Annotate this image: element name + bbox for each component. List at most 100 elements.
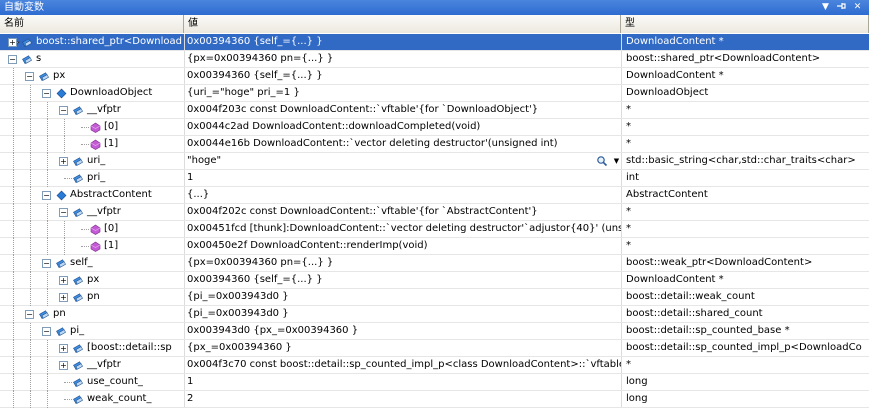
variable-value[interactable]: {pi_=0x003943d0 } — [184, 289, 621, 305]
variable-row[interactable]: weak_count_ 2 long — [0, 391, 869, 408]
column-header-name[interactable]: 名前 — [0, 15, 184, 33]
collapse-icon[interactable]: − — [42, 89, 51, 98]
variable-value[interactable]: 0x004f203c const DownloadContent::`vftab… — [184, 102, 621, 118]
variable-value[interactable]: 2 — [184, 391, 621, 407]
variable-type: std::basic_string<char,std::char_traits<… — [621, 153, 869, 169]
column-header-type[interactable]: 型 — [621, 15, 869, 33]
expand-icon[interactable]: + — [59, 361, 68, 370]
variable-row[interactable]: − px 0x00394360 {self_={...} } DownloadCont… — [0, 68, 869, 85]
variable-type: * — [621, 119, 869, 135]
variable-type: int — [621, 170, 869, 186]
tree-line — [13, 255, 14, 272]
variable-row[interactable]: − __vfptr 0x004f202c const DownloadContent… — [0, 204, 869, 221]
variable-row[interactable]: − self_ {px=0x00394360 pn={...} } boost::we… — [0, 255, 869, 272]
visualizer-dropdown-icon[interactable]: ▼ — [612, 155, 621, 167]
collapse-icon[interactable]: − — [42, 191, 51, 200]
tree-line — [13, 221, 14, 238]
tree-line — [47, 170, 48, 187]
variable-value[interactable]: {px=0x00394360 pn={...} } — [184, 255, 621, 271]
variable-row[interactable]: [0] 0x0044c2ad DownloadContent::downloadC… — [0, 119, 869, 136]
tree-line — [13, 102, 14, 119]
tree-line — [13, 85, 14, 102]
expand-icon[interactable]: + — [8, 38, 17, 47]
variable-row[interactable]: pri_ 1 int — [0, 170, 869, 187]
variable-value[interactable]: {...} — [184, 187, 621, 203]
tree-line — [30, 187, 31, 204]
variable-row[interactable]: [1] 0x00450e2f DownloadContent::renderImp… — [0, 238, 869, 255]
expand-icon[interactable]: + — [59, 293, 68, 302]
variable-row[interactable]: − __vfptr 0x004f203c const DownloadContent… — [0, 102, 869, 119]
variable-type: boost::detail::weak_count — [621, 289, 869, 305]
variable-row[interactable]: + px 0x00394360 {self_={...} } DownloadCont… — [0, 272, 869, 289]
expand-icon[interactable]: + — [59, 157, 68, 166]
collapse-icon[interactable]: − — [8, 55, 17, 64]
variable-value[interactable]: 0x003943d0 {px_=0x00394360 } — [184, 323, 621, 339]
variable-value[interactable]: 1 — [184, 170, 621, 186]
method-icon — [90, 122, 101, 133]
variable-value[interactable]: 0x004f3c70 const boost::detail::sp_count… — [184, 357, 621, 373]
variable-row[interactable]: + uri_ "hoge" ▼ std::basic_string<char,std::… — [0, 153, 869, 170]
column-header-value[interactable]: 値 — [184, 15, 621, 33]
tree-line — [47, 357, 48, 374]
tree-line — [30, 119, 31, 136]
variable-row[interactable]: − pi_ 0x003943d0 {px_=0x00394360 } boost::d… — [0, 323, 869, 340]
variable-value[interactable]: 0x00450e2f DownloadContent::renderImp(vo… — [184, 238, 621, 254]
pin-icon[interactable] — [835, 1, 848, 14]
collapse-icon[interactable]: − — [59, 106, 68, 115]
collapse-icon[interactable]: − — [42, 327, 51, 336]
collapse-icon[interactable]: − — [25, 72, 34, 81]
close-icon[interactable]: ✕ — [851, 1, 864, 14]
variable-value[interactable]: 0x00394360 {self_={...} } — [184, 34, 621, 50]
field-icon — [73, 361, 83, 371]
variable-row[interactable]: − AbstractContent {...} AbstractContent — [0, 187, 869, 204]
variable-row[interactable]: − s {px=0x00394360 pn={...} } boost::shared… — [0, 51, 869, 68]
window-dropdown-icon[interactable]: ▼ — [819, 1, 832, 14]
variable-row[interactable]: − pn {pi_=0x003943d0 } boost::detail::share… — [0, 306, 869, 323]
tree-line — [13, 170, 14, 187]
window-title: 自動変数 — [4, 2, 44, 13]
variable-value[interactable]: {px=0x00394360 pn={...} } — [184, 51, 621, 67]
expand-icon[interactable]: + — [59, 344, 68, 353]
variable-row[interactable]: + pn {pi_=0x003943d0 } boost::detail::weak_… — [0, 289, 869, 306]
variable-row[interactable]: + __vfptr 0x004f3c70 const boost::detail::… — [0, 357, 869, 374]
tree-line — [13, 187, 14, 204]
tree-line — [30, 289, 31, 306]
variable-row[interactable]: [0] 0x00451fcd [thunk]:DownloadContent::`… — [0, 221, 869, 238]
variable-name: use_count_ — [87, 376, 143, 387]
tree-line — [81, 246, 89, 247]
variable-name: __vfptr — [87, 104, 121, 115]
variable-row[interactable]: + boost::shared_ptr<Download 0x00394360 {s… — [0, 34, 869, 51]
tree-line — [13, 289, 14, 306]
variable-value[interactable]: "hoge" — [184, 153, 621, 169]
variable-type: * — [621, 204, 869, 220]
variable-value[interactable]: 0x00451fcd [thunk]:DownloadContent::`vec… — [184, 221, 621, 237]
collapse-icon[interactable]: − — [59, 208, 68, 217]
tree-line — [13, 153, 14, 170]
variable-value[interactable]: 0x0044e16b DownloadContent::`vector dele… — [184, 136, 621, 152]
expand-icon[interactable]: + — [59, 276, 68, 285]
variable-row[interactable]: use_count_ 1 long — [0, 374, 869, 391]
variable-value[interactable]: {pi_=0x003943d0 } — [184, 306, 621, 322]
variable-type: boost::detail::sp_counted_impl_p<Downloa… — [621, 340, 869, 356]
variable-value[interactable]: {uri_="hoge" pri_=1 } — [184, 85, 621, 101]
tree-line — [47, 238, 48, 255]
variables-grid: + boost::shared_ptr<Download 0x00394360 {s… — [0, 34, 869, 414]
variable-type: long — [621, 391, 869, 407]
tree-line — [64, 221, 65, 238]
variable-value[interactable]: 0x00394360 {self_={...} } — [184, 68, 621, 84]
variable-value[interactable]: 0x0044c2ad DownloadContent::downloadComp… — [184, 119, 621, 135]
variable-type: AbstractContent — [621, 187, 869, 203]
variable-row[interactable]: + [boost::detail::sp {px_=0x00394360 } boos… — [0, 340, 869, 357]
variable-row[interactable]: [1] 0x0044e16b DownloadContent::`vector d… — [0, 136, 869, 153]
variable-value[interactable]: 0x004f202c const DownloadContent::`vftab… — [184, 204, 621, 220]
visualizer-magnifier-icon[interactable] — [596, 155, 608, 167]
tree-line — [47, 391, 48, 408]
variable-row[interactable]: − DownloadObject {uri_="hoge" pri_=1 } Down… — [0, 85, 869, 102]
collapse-icon[interactable]: − — [42, 259, 51, 268]
collapse-icon[interactable]: − — [25, 310, 34, 319]
variable-name: DownloadObject — [70, 87, 153, 98]
variable-value[interactable]: {px_=0x00394360 } — [184, 340, 621, 356]
field-icon — [73, 174, 83, 184]
variable-value[interactable]: 1 — [184, 374, 621, 390]
variable-value[interactable]: 0x00394360 {self_={...} } — [184, 272, 621, 288]
